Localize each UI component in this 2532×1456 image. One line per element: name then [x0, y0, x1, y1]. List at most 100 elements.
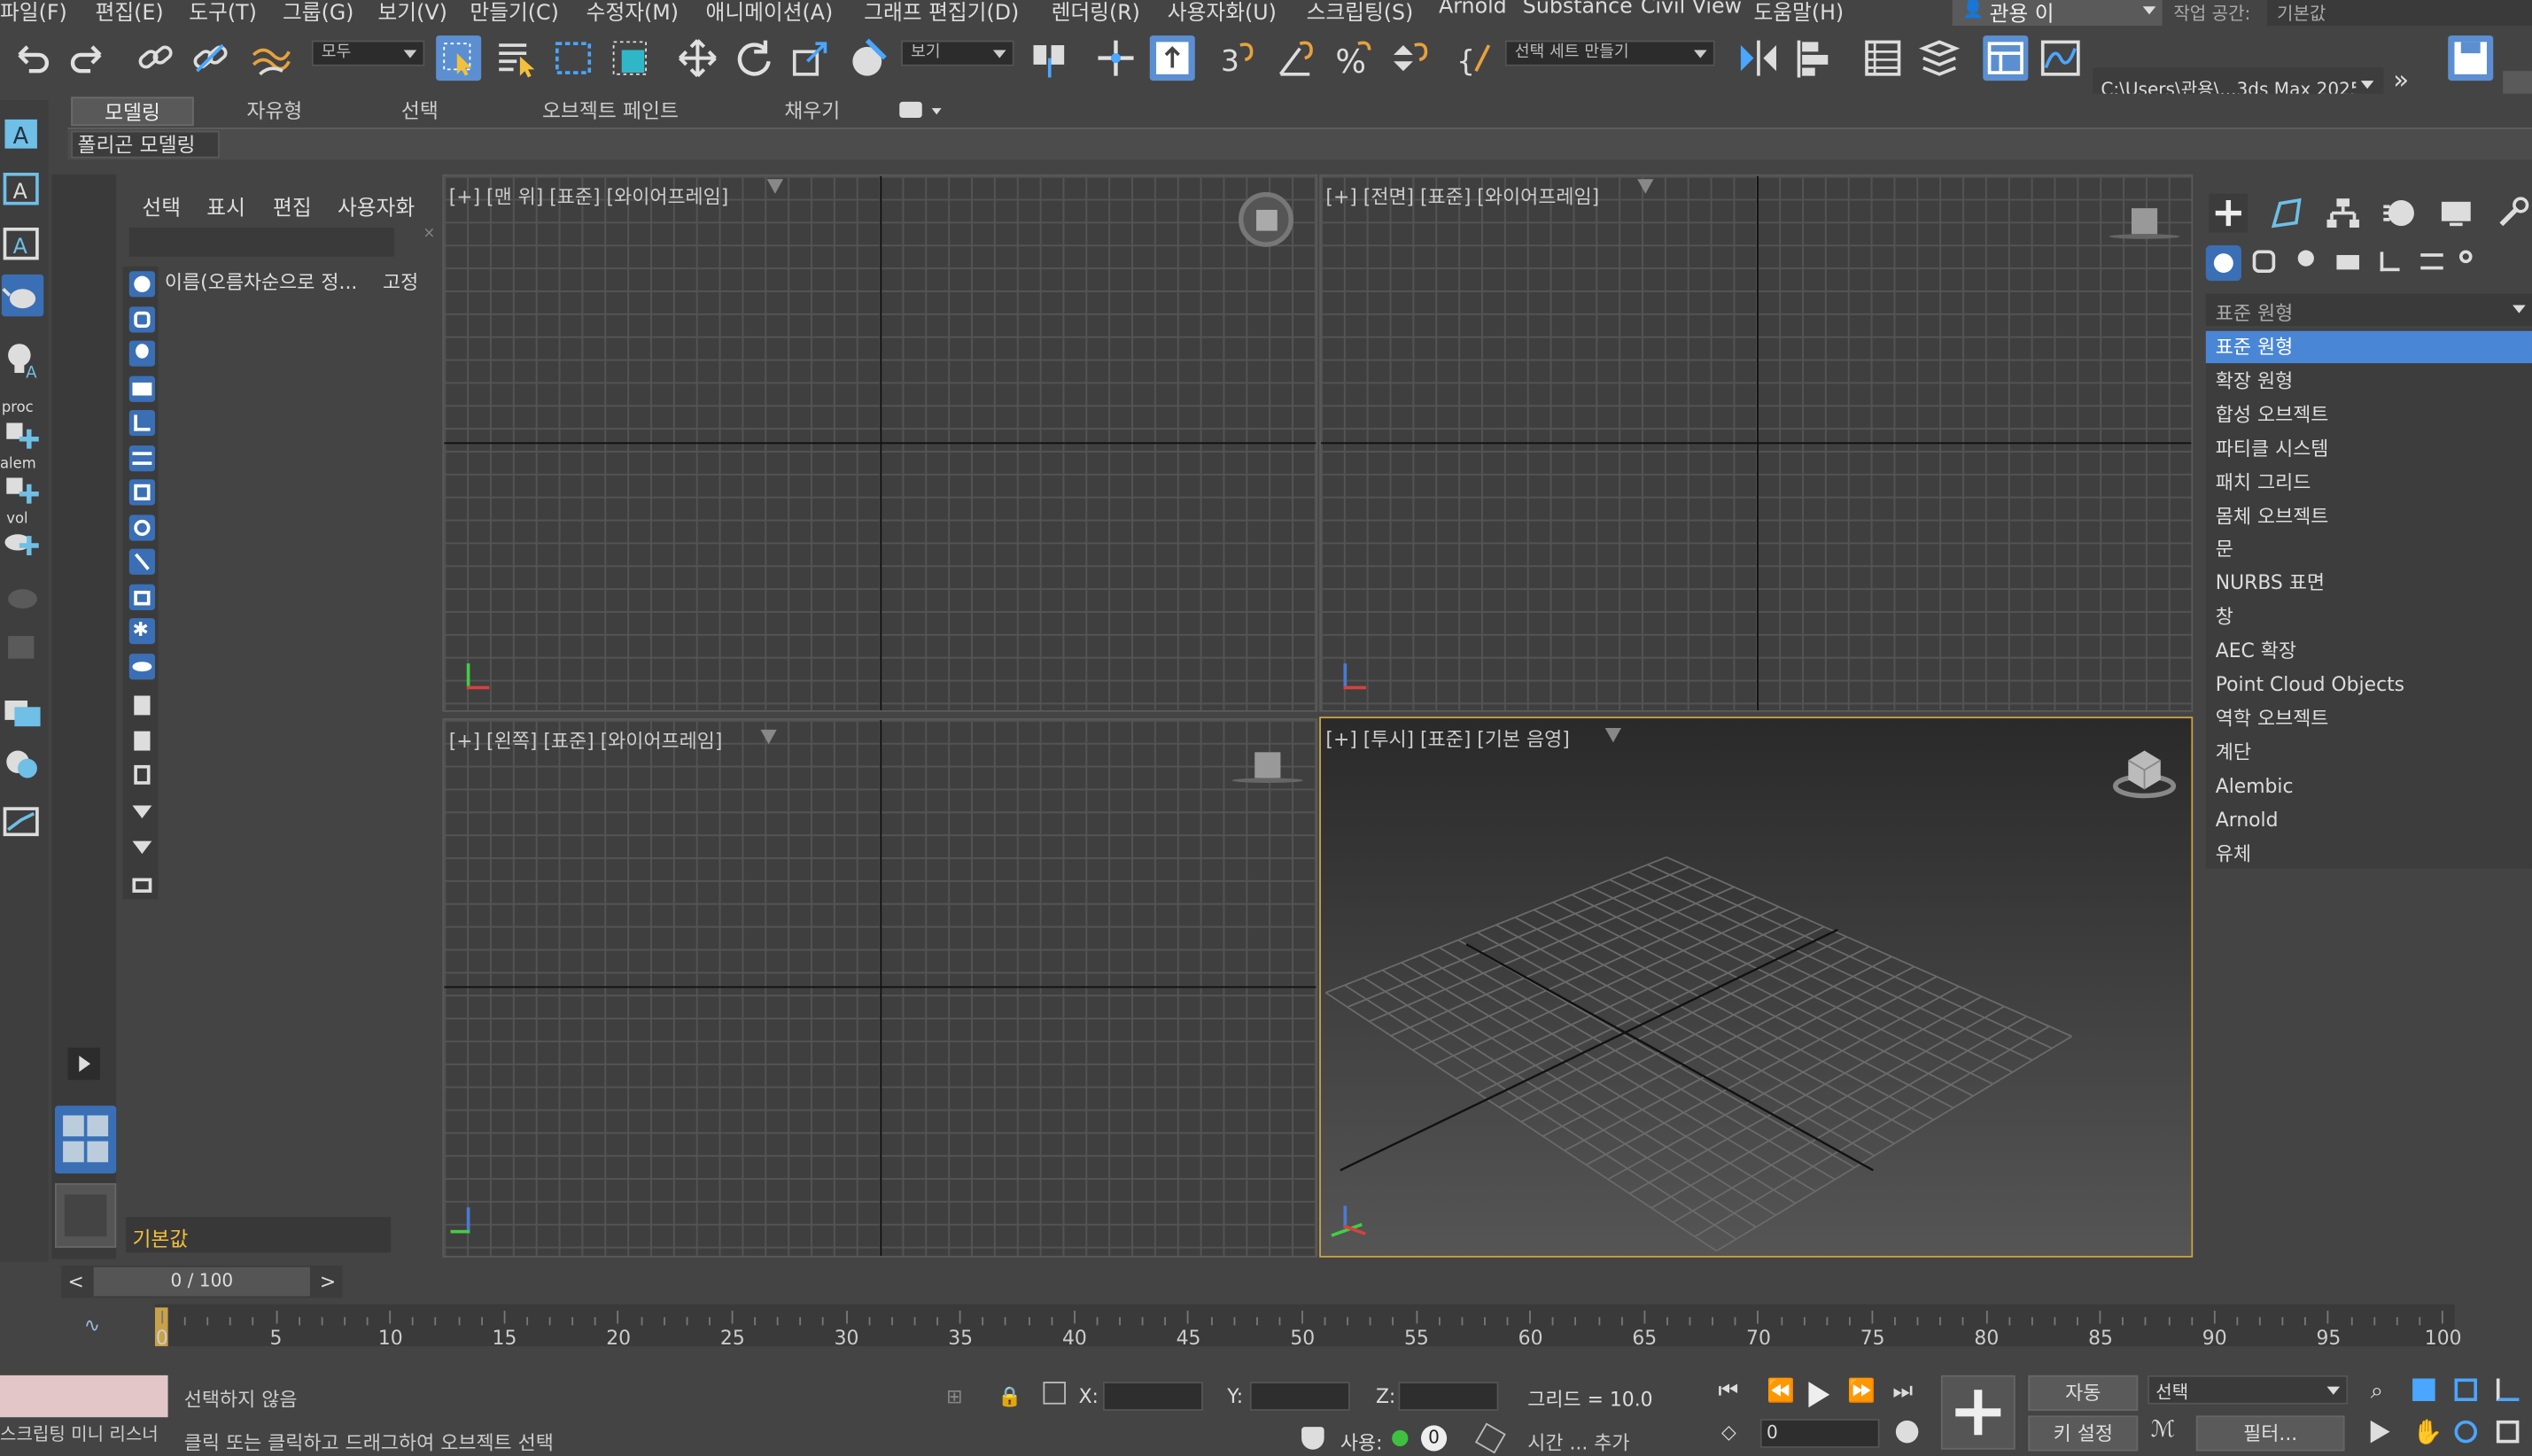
layer-tool-button[interactable]: [2, 691, 43, 732]
filter-settings-button[interactable]: [129, 836, 155, 862]
column-lock-header[interactable]: 고정: [383, 268, 418, 296]
zoom-all-icon[interactable]: [2412, 1378, 2435, 1402]
display-none-button[interactable]: [129, 728, 155, 754]
alembic-tool-button[interactable]: [2, 471, 43, 513]
key-tangent-icon[interactable]: ℳ: [2151, 1417, 2175, 1443]
maxscript-listener-input[interactable]: [0, 1375, 168, 1418]
viewport-top[interactable]: [+] [맨 위] [표준] [와이어프레임]: [442, 174, 1318, 712]
scene-explorer-tab-display[interactable]: 표시: [206, 190, 245, 221]
proc-tool-button[interactable]: [2, 416, 43, 458]
current-frame-field[interactable]: 0: [1759, 1419, 1880, 1448]
snaps-toggle-button[interactable]: 3: [1216, 35, 1261, 81]
workspace-dropdown[interactable]: 기본값: [2267, 0, 2532, 27]
hidden-filter-button[interactable]: [128, 654, 155, 680]
utilities-tab[interactable]: [2493, 194, 2532, 233]
geometry-category-button[interactable]: [2205, 245, 2241, 282]
helper-filter-button[interactable]: [128, 409, 155, 437]
cameras-category-button[interactable]: [2335, 249, 2361, 275]
object-type-item[interactable]: 표준 원형: [2205, 330, 2532, 364]
group-filter-button[interactable]: [128, 479, 155, 506]
place-button[interactable]: [844, 35, 889, 81]
object-type-item[interactable]: 역학 오브젝트: [2206, 702, 2532, 734]
move-button[interactable]: [675, 35, 720, 81]
display-all-button[interactable]: [129, 693, 155, 718]
set-key-big-button[interactable]: [1940, 1375, 2016, 1450]
shield-icon[interactable]: [1301, 1427, 1324, 1450]
time-slider-next[interactable]: >: [314, 1266, 343, 1297]
create-tab[interactable]: [2209, 193, 2249, 233]
window-crossing-button[interactable]: [607, 35, 652, 81]
y-coordinate-field[interactable]: [1249, 1382, 1350, 1411]
x-coordinate-field[interactable]: [1102, 1382, 1203, 1411]
menu-edit[interactable]: 편집(E): [96, 0, 164, 26]
lights-category-button[interactable]: [2293, 249, 2318, 275]
menu-customize[interactable]: 사용자화(U): [1168, 0, 1277, 26]
ribbon-options-icon[interactable]: [899, 101, 922, 119]
text-tool-button[interactable]: A: [2, 113, 43, 155]
select-object-button[interactable]: [436, 35, 482, 81]
menu-view[interactable]: 보기(V): [378, 0, 447, 26]
bone-filter-button[interactable]: [128, 548, 155, 575]
tab-modeling[interactable]: 모델링: [71, 97, 194, 127]
reference-coordinate-dropdown[interactable]: 보기: [901, 40, 1014, 66]
invert-display-button[interactable]: [129, 762, 155, 787]
column-name-header[interactable]: 이름(오름차순으로 정...: [165, 268, 378, 296]
viewport-front-label[interactable]: [+] [전면] [표준] [와이어프레임]: [1325, 182, 1599, 210]
shapes-category-button[interactable]: [2251, 249, 2277, 275]
edit-named-selection-button[interactable]: {: [1453, 35, 1498, 81]
lock-selection-icon[interactable]: 🔒: [998, 1385, 1021, 1408]
viewport-perspective-label[interactable]: [+] [투시] [표준] [기본 음영]: [1325, 724, 1569, 752]
toggle-scene-explorer-button[interactable]: [1860, 35, 1906, 81]
menu-animation[interactable]: 애니메이션(A): [706, 0, 834, 26]
object-type-item[interactable]: 몸체 오브젝트: [2206, 500, 2532, 531]
curve-editor-button[interactable]: [2038, 35, 2083, 81]
object-type-item[interactable]: AEC 확장: [2206, 634, 2532, 666]
viewcube-left[interactable]: [1231, 749, 1303, 788]
undo-button[interactable]: [10, 35, 55, 81]
link-button[interactable]: [132, 35, 177, 81]
modify-tab[interactable]: [2267, 194, 2306, 233]
object-type-item[interactable]: Alembic: [2206, 770, 2532, 802]
text-tool-3-button[interactable]: A: [2, 223, 43, 265]
scene-explorer-tab-edit[interactable]: 편집: [273, 190, 312, 221]
single-viewport-button[interactable]: [54, 1182, 117, 1248]
viewport-left[interactable]: [+] [왼쪽] [표준] [와이어프레임]: [442, 718, 1318, 1258]
polygon-modeling-panel[interactable]: 폴리곤 모델링: [71, 130, 220, 159]
go-to-end-icon[interactable]: ⏭: [1892, 1379, 1913, 1405]
selection-set-button[interactable]: [129, 871, 155, 897]
viewcube-front[interactable]: [2109, 205, 2180, 244]
menu-tools[interactable]: 도구(T): [189, 0, 257, 26]
percent-snap-button[interactable]: %: [1332, 35, 1378, 81]
toggle-ribbon-button[interactable]: [1983, 35, 2029, 81]
angle-snap-button[interactable]: [1274, 35, 1319, 81]
light-list-button[interactable]: [2, 746, 43, 787]
object-type-item[interactable]: 확장 원형: [2206, 365, 2532, 397]
maximize-viewport-icon[interactable]: [2496, 1420, 2520, 1444]
dim-tool-2[interactable]: [2, 626, 43, 668]
zoom-extents-icon[interactable]: [2454, 1378, 2478, 1402]
paint-tool-button[interactable]: [1, 274, 44, 317]
xref-filter-button[interactable]: [128, 515, 155, 541]
tab-populate[interactable]: 채우기: [765, 97, 859, 126]
tab-freeform[interactable]: 자유형: [226, 97, 322, 126]
volume-tool-button[interactable]: [2, 523, 43, 565]
object-type-dropdown[interactable]: 표준 원형: [2205, 293, 2532, 327]
object-type-item[interactable]: NURBS 표면: [2206, 567, 2532, 599]
next-frame-icon[interactable]: ⏩: [1847, 1379, 1876, 1405]
viewcube-perspective[interactable]: [2112, 744, 2177, 799]
shape-filter-button[interactable]: [128, 306, 155, 333]
menu-create[interactable]: 만들기(C): [470, 0, 558, 26]
viewport-perspective[interactable]: [+] [투시] [표준] [기본 음영]: [1319, 716, 2194, 1258]
expand-button[interactable]: [67, 1047, 101, 1080]
menu-graph-editors[interactable]: 그래프 편집기(D): [864, 0, 1019, 26]
text-tool-2-button[interactable]: A: [2, 168, 43, 210]
viewport-left-label[interactable]: [+] [왼쪽] [표준] [와이어프레임]: [449, 726, 723, 754]
object-type-item[interactable]: 패치 그리드: [2206, 466, 2532, 498]
scene-explorer-tab-customize[interactable]: 사용자화: [338, 190, 415, 221]
viewcube-top[interactable]: [1239, 191, 1293, 247]
container-filter-button[interactable]: [128, 584, 155, 610]
menu-substance[interactable]: Substance: [1523, 0, 1633, 19]
keyboard-shortcut-override-button[interactable]: [1149, 35, 1195, 81]
go-to-start-icon[interactable]: ⏮: [1718, 1379, 1738, 1405]
pivot-center-button[interactable]: [1027, 35, 1072, 81]
